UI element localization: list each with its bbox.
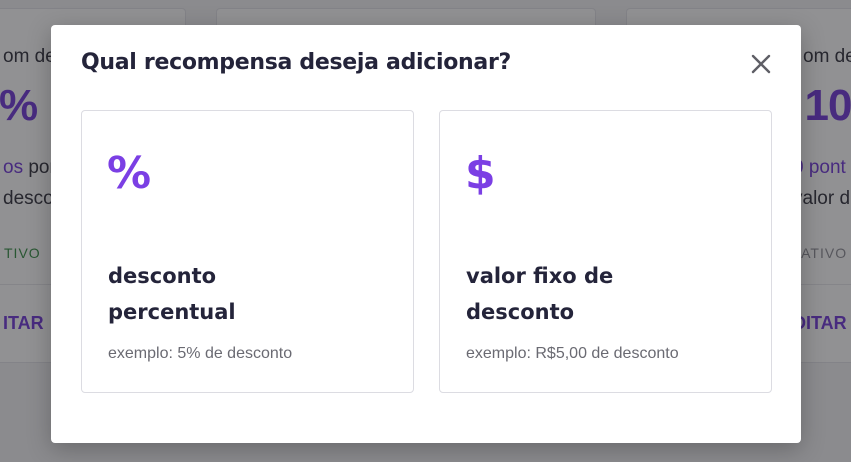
reward-type-dialog: Qual recompensa deseja adicionar? % desc… [51,25,801,443]
option-example: exemplo: 5% de desconto [108,345,293,362]
option-fixed-discount[interactable]: $ valor fixo de desconto exemplo: R$5,00… [439,110,772,393]
dialog-title: Qual recompensa deseja adicionar? [81,50,511,75]
option-title: desconto percentual [108,264,236,324]
option-example: exemplo: R$5,00 de desconto [466,345,679,362]
close-icon [751,54,771,74]
percent-icon: % [107,148,152,199]
dollar-icon: $ [465,148,496,199]
option-percentage-discount[interactable]: % desconto percentual exemplo: 5% de des… [81,110,414,393]
option-title: valor fixo de desconto [466,264,614,324]
close-button[interactable] [749,52,773,76]
